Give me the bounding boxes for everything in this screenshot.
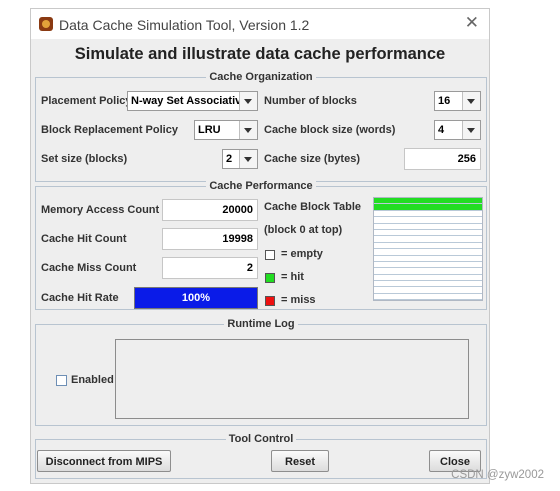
chevron-down-icon[interactable]	[239, 150, 257, 168]
cache-simulator-window: Data Cache Simulation Tool, Version 1.2 …	[30, 8, 490, 484]
cache-size-field: 256	[404, 148, 481, 170]
cache-miss-count-label: Cache Miss Count	[41, 262, 137, 274]
empty-swatch-icon	[265, 250, 275, 260]
cache-size-label: Cache size (bytes)	[264, 153, 360, 165]
legend-miss-label: = miss	[281, 294, 316, 306]
cache-hit-count-label: Cache Hit Count	[41, 233, 127, 245]
set-size-select[interactable]: 2	[222, 149, 258, 169]
set-size-label: Set size (blocks)	[41, 153, 128, 165]
replacement-policy-value: LRU	[198, 124, 221, 136]
runtime-log-area[interactable]	[115, 339, 469, 419]
number-of-blocks-select[interactable]: 16	[434, 91, 481, 111]
hit-swatch-icon	[265, 273, 275, 283]
window-close-icon[interactable]: ✕	[465, 13, 479, 33]
cache-hit-rate-label: Cache Hit Rate	[41, 292, 119, 304]
app-icon	[39, 17, 53, 31]
page-title: Simulate and illustrate data cache perfo…	[74, 45, 446, 63]
cache-miss-count-field: 2	[162, 257, 258, 279]
cache-hit-rate-bar: 100%	[134, 287, 258, 309]
number-of-blocks-value: 16	[438, 95, 451, 107]
number-of-blocks-label: Number of blocks	[264, 95, 357, 107]
legend-hit-label: = hit	[281, 271, 304, 283]
cache-organization-legend: Cache Organization	[206, 71, 316, 83]
memory-access-count-label: Memory Access Count	[41, 204, 160, 216]
tool-control-legend: Tool Control	[225, 433, 297, 445]
block-size-label: Cache block size (words)	[264, 124, 396, 136]
block-size-value: 4	[438, 124, 445, 136]
runtime-log-legend: Runtime Log	[224, 318, 298, 330]
watermark: CSDN @zyw2002	[451, 469, 544, 481]
cache-block-table	[373, 197, 483, 301]
disconnect-from-mips-button[interactable]: Disconnect from MIPS	[37, 450, 171, 472]
set-size-value: 2	[226, 153, 233, 165]
miss-swatch-icon	[265, 296, 275, 306]
memory-access-count-field: 20000	[162, 199, 258, 221]
chevron-down-icon[interactable]	[462, 121, 480, 139]
cache-performance-legend: Cache Performance	[206, 180, 316, 192]
legend-empty-label: = empty	[281, 248, 323, 260]
placement-policy-select[interactable]: N-way Set Associative	[127, 91, 258, 111]
reset-button[interactable]: Reset	[271, 450, 329, 472]
window-title: Data Cache Simulation Tool, Version 1.2	[59, 17, 310, 33]
chevron-down-icon[interactable]	[239, 121, 257, 139]
cache-block-table-sublabel: (block 0 at top)	[264, 224, 343, 236]
cache-hit-count-field: 19998	[162, 228, 258, 250]
placement-policy-label: Placement Policy	[41, 95, 132, 107]
replacement-policy-label: Block Replacement Policy	[41, 124, 178, 136]
cache-block-table-label: Cache Block Table	[264, 201, 361, 213]
log-enabled-checkbox[interactable]	[56, 375, 67, 386]
chevron-down-icon[interactable]	[239, 92, 257, 110]
title-bar: Data Cache Simulation Tool, Version 1.2 …	[31, 9, 489, 39]
log-enabled-label[interactable]: Enabled	[71, 374, 114, 386]
cache-block-row	[374, 293, 482, 301]
placement-policy-value: N-way Set Associative	[131, 95, 248, 107]
block-size-select[interactable]: 4	[434, 120, 481, 140]
chevron-down-icon[interactable]	[462, 92, 480, 110]
replacement-policy-select[interactable]: LRU	[194, 120, 258, 140]
